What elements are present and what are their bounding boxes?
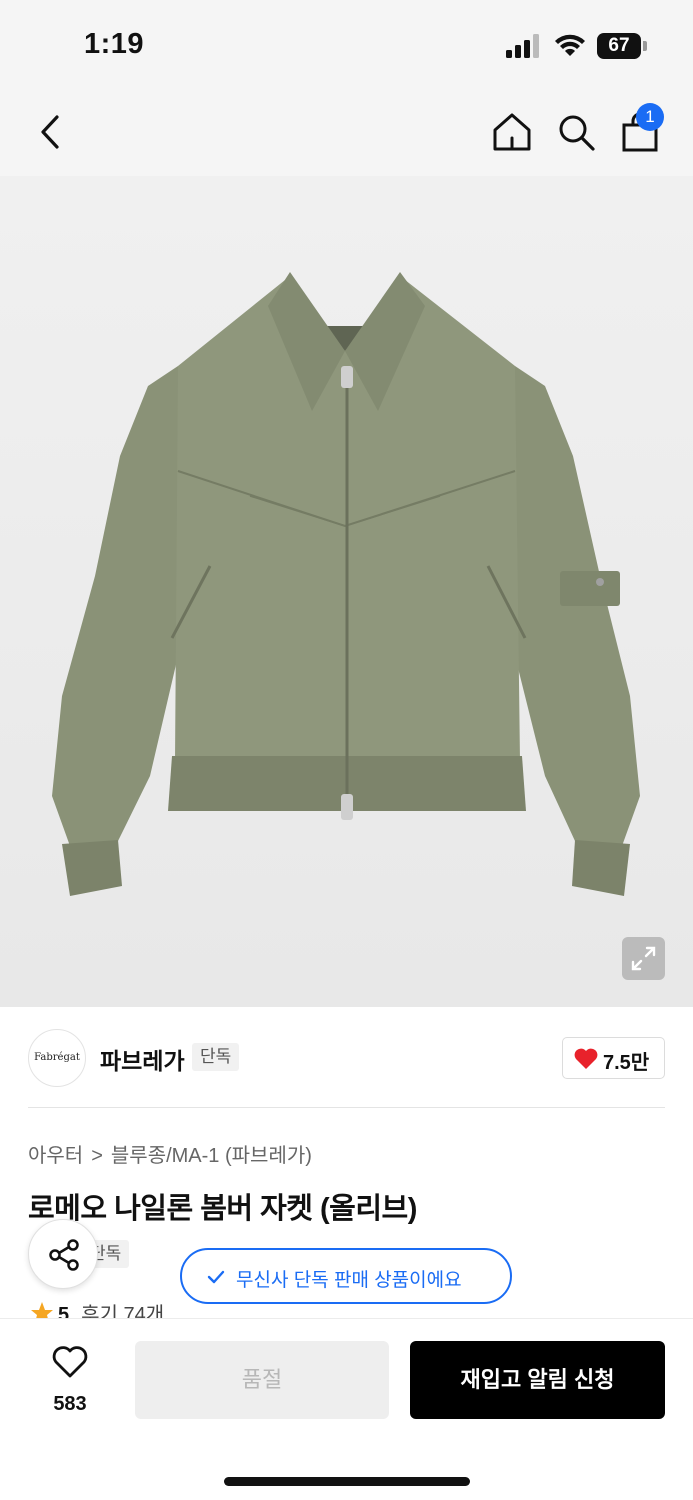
battery-icon: 67 xyxy=(597,33,647,59)
home-indicator xyxy=(224,1477,470,1486)
back-icon[interactable] xyxy=(30,110,70,154)
nav-bar xyxy=(0,88,693,176)
soldout-button: 품절 xyxy=(135,1341,389,1419)
wishlist-button[interactable]: 583 xyxy=(32,1345,108,1425)
expand-icon[interactable] xyxy=(622,937,665,980)
wishlist-count: 583 xyxy=(53,1393,87,1415)
bottom-action-bar: 583 품절 재입고 알림 신청 xyxy=(0,1318,693,1500)
brand-logo[interactable]: Fabrégat xyxy=(28,1029,86,1087)
brand-name[interactable]: 파브레가 xyxy=(100,1042,185,1076)
brand-like-button[interactable]: 7.5만 xyxy=(562,1037,665,1079)
cart-count-badge: 1 xyxy=(636,103,664,131)
wifi-icon xyxy=(555,34,585,56)
battery-level: 67 xyxy=(608,35,630,56)
breadcrumb: 아우터 > 블루종/MA-1 (파브레가) xyxy=(28,1139,312,1168)
jacket-image xyxy=(52,272,640,896)
product-title: 로메오 나일론 봄버 자켓 (올리브) xyxy=(28,1193,417,1225)
divider xyxy=(28,1107,665,1108)
home-icon[interactable] xyxy=(490,110,534,154)
share-button[interactable] xyxy=(28,1219,98,1289)
signal-icon xyxy=(506,34,539,58)
breadcrumb-separator: > xyxy=(91,1145,103,1167)
status-time: 1:19 xyxy=(84,28,145,60)
exclusive-notice-pill[interactable]: 무신사 단독 판매 상품이에요 xyxy=(180,1248,512,1304)
notice-text: 무신사 단독 판매 상품이에요 xyxy=(236,1270,462,1291)
search-icon[interactable] xyxy=(555,110,597,154)
check-icon xyxy=(207,1270,225,1284)
product-image[interactable] xyxy=(0,176,693,1007)
brand-like-count: 7.5만 xyxy=(603,1052,650,1074)
heart-filled-icon xyxy=(574,1048,598,1069)
exclusive-tag: 단독 xyxy=(192,1043,240,1071)
restock-alert-button[interactable]: 재입고 알림 신청 xyxy=(410,1341,665,1419)
status-bar: 1:19 67 xyxy=(0,0,693,88)
heart-outline-icon xyxy=(52,1346,88,1378)
breadcrumb-category[interactable]: 아우터 xyxy=(28,1145,83,1167)
breadcrumb-subcategory[interactable]: 블루종/MA-1 (파브레가) xyxy=(111,1145,312,1167)
share-icon xyxy=(49,1239,79,1271)
